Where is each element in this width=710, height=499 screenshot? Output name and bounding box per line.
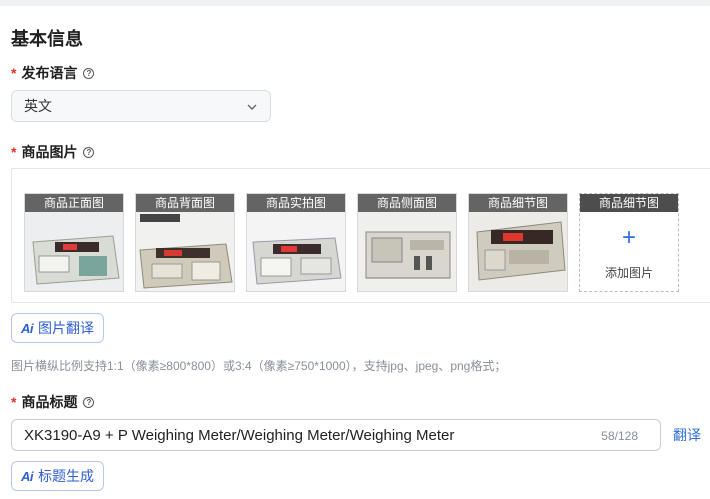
product-image-card[interactable]: 商品细节图 [468,193,568,292]
weighing-meter-thumbnail [469,212,567,291]
title-label: * 商品标题 ? [11,392,95,412]
add-image-label: 添加图片 [604,266,653,280]
weighing-meter-thumbnail [25,212,123,291]
image-caption: 商品正面图 [25,194,123,212]
ai-icon: Ai [21,320,34,336]
language-label-text: 发布语言 [21,65,78,81]
weighing-meter-thumbnail [136,212,234,291]
required-mark: * [11,394,17,410]
image-translate-button[interactable]: Ai 图片翻译 [11,313,104,343]
product-title-value: XK3190-A9 + P Weighing Meter/Weighing Me… [24,426,455,444]
images-label: * 商品图片 ? [11,142,95,162]
help-icon[interactable]: ? [83,146,95,158]
language-label: * 发布语言 ? [11,63,95,83]
image-caption: 商品侧面图 [358,194,456,212]
required-mark: * [11,144,17,160]
image-format-hint: 图片横纵比例支持1:1（像素≥800*800）或3:4（像素≥750*1000）… [11,359,507,373]
image-caption: 商品实拍图 [247,194,345,212]
product-image-card[interactable]: 商品实拍图 [246,193,346,292]
image-upload-panel: 商品正面图 商品背面图 商品实拍图 商品侧面图 商品细节图 商品细节图 + 添加… [11,168,710,303]
top-divider [0,0,710,6]
language-select[interactable]: 英文 [11,90,271,122]
image-caption: 商品细节图 [580,194,678,212]
image-caption: 商品细节图 [469,194,567,212]
title-generate-label: 标题生成 [38,468,94,484]
images-label-text: 商品图片 [21,144,78,160]
ai-icon: Ai [21,468,34,484]
help-icon[interactable]: ? [83,396,95,408]
image-caption: 商品背面图 [136,194,234,212]
image-translate-label: 图片翻译 [38,320,94,336]
section-title: 基本信息 [11,29,83,49]
title-label-text: 商品标题 [21,394,78,410]
plus-icon: + [621,224,636,251]
translate-link[interactable]: 翻译 [673,425,701,445]
weighing-meter-thumbnail [358,212,456,291]
product-image-card[interactable]: 商品正面图 [24,193,124,292]
product-image-card[interactable]: 商品侧面图 [357,193,457,292]
product-title-input[interactable]: XK3190-A9 + P Weighing Meter/Weighing Me… [11,419,661,451]
chevron-down-icon [247,104,257,110]
required-mark: * [11,65,17,81]
language-selected-value: 英文 [24,98,52,114]
product-image-card[interactable]: 商品背面图 [135,193,235,292]
char-counter: 58/128 [601,429,638,443]
add-image-card[interactable]: 商品细节图 + 添加图片 [579,193,679,292]
title-generate-button[interactable]: Ai 标题生成 [11,461,104,491]
weighing-meter-thumbnail [247,212,345,291]
help-icon[interactable]: ? [83,67,95,79]
